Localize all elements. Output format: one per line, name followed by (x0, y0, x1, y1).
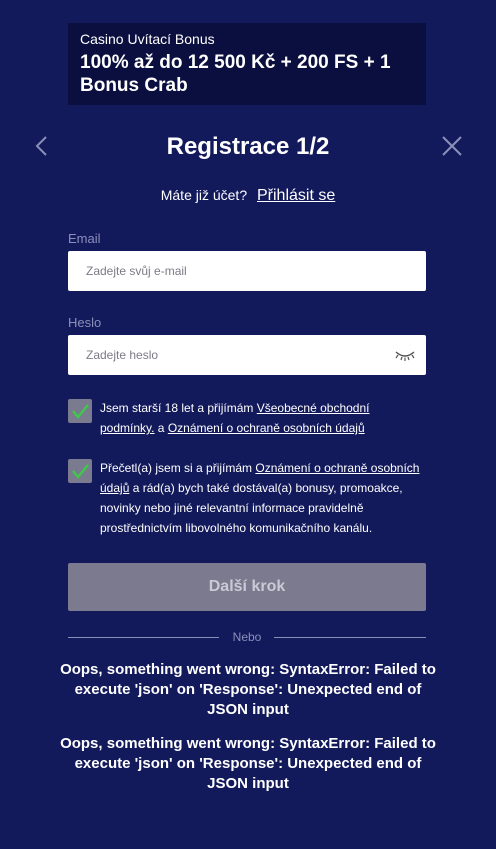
email-label: Email (68, 231, 101, 246)
divider-line-right (274, 637, 426, 638)
bonus-banner: Casino Uvítací Bonus 100% až do 12 500 K… (68, 23, 426, 105)
terms-checkbox[interactable] (68, 399, 92, 423)
marketing-text-1: Přečetl(a) jsem si a přijímám (100, 461, 256, 475)
marketing-text-2: a rád(a) bych také dostával(a) bonusy, p… (100, 481, 403, 535)
password-field[interactable] (68, 335, 426, 375)
error-message: Oops, something went wrong: SyntaxError:… (60, 661, 436, 718)
checkmark-icon (72, 404, 89, 419)
marketing-checkbox[interactable] (68, 459, 92, 483)
terms-text-2: a (154, 421, 168, 435)
next-step-button[interactable]: Další krok (68, 563, 426, 611)
login-link[interactable]: Přihlásit se (257, 187, 335, 204)
error-message: Oops, something went wrong: SyntaxError:… (60, 735, 436, 792)
eye-closed-icon[interactable] (394, 348, 416, 362)
bonus-title: 100% až do 12 500 Kč + 200 FS + 1 Bonus … (80, 52, 391, 96)
page-title: Registrace 1/2 (166, 133, 330, 160)
terms-text-1: Jsem starší 18 let a přijímám (100, 401, 257, 415)
email-field[interactable] (68, 251, 426, 291)
or-divider: Nebo (68, 628, 426, 648)
login-prompt: Máte již účet? (160, 187, 248, 203)
privacy-link[interactable]: Oznámení o ochraně osobních údajů (168, 421, 365, 435)
terms-consent-text: Jsem starší 18 let a přijímám Všeobecné … (100, 398, 426, 438)
marketing-consent-text: Přečetl(a) jsem si a přijímám Oznámení o… (100, 458, 426, 538)
checkmark-icon (72, 464, 89, 479)
close-icon[interactable] (438, 132, 466, 160)
login-prompt-row: Máte již účet? Přihlásit se (0, 184, 496, 207)
registration-header: Registrace 1/2 (0, 128, 496, 166)
chevron-left-icon[interactable] (28, 132, 56, 160)
password-label: Heslo (68, 315, 102, 330)
bonus-subtitle: Casino Uvítací Bonus (80, 31, 215, 47)
